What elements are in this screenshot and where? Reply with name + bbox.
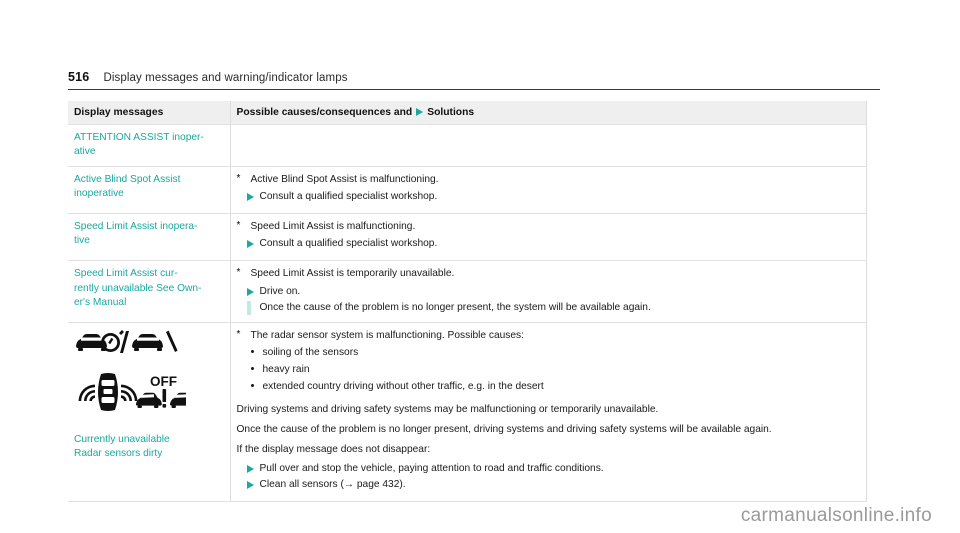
car-speedometer-slash-car-icon xyxy=(74,329,224,360)
column-header-causes-solutions: Possible causes/consequences and Solutio… xyxy=(230,101,867,125)
message-line: er's Manual xyxy=(74,296,127,308)
info-paragraph: If the display message does not disappea… xyxy=(236,444,431,456)
cause-text: Speed Limit Assist is temporarily unavai… xyxy=(250,268,455,280)
solution-item: Drive on. xyxy=(246,285,860,299)
display-message-cell: Active Blind Spot Assist inoperative xyxy=(68,166,231,214)
list-item: heavy rain xyxy=(250,363,860,377)
page-title: Display messages and warning/indicator l… xyxy=(103,72,348,84)
cause-text: Speed Limit Assist is malfunctioning. xyxy=(250,221,416,233)
display-message-cell: ATTENTION ASSIST inoper- ative xyxy=(68,123,231,167)
list-item-text: heavy rain xyxy=(262,363,310,375)
table-row: Speed Limit Assist inopera- tive * Speed… xyxy=(68,213,867,261)
solution-triangle-icon xyxy=(246,478,260,490)
bullet-icon xyxy=(250,380,263,387)
solution-text: Pull over and stop the vehicle, paying a… xyxy=(259,463,604,475)
solution-triangle-icon xyxy=(416,107,424,116)
column-header-display-messages: Display messages xyxy=(68,101,231,125)
display-message-cell: OFF Currently unavailable Radar sensors … xyxy=(68,321,231,503)
svg-text:OFF: OFF xyxy=(150,374,177,389)
cause-item: * The radar sensor system is malfunction… xyxy=(237,329,860,343)
cause-text: The radar sensor system is malfunctionin… xyxy=(250,329,525,341)
display-message-cell: Speed Limit Assist inopera- tive xyxy=(68,213,231,261)
cause-item: * Speed Limit Assist is temporarily unav… xyxy=(237,267,860,281)
cause-item: * Speed Limit Assist is malfunctioning. xyxy=(237,220,860,234)
column-header-causes-text: Possible causes/consequences and xyxy=(236,107,413,118)
display-messages-table: Display messages Possible causes/consequ… xyxy=(68,101,867,503)
info-paragraph: Once the cause of the problem is no long… xyxy=(236,424,772,436)
cause-item: * Active Blind Spot Assist is malfunctio… xyxy=(237,173,860,187)
causes-solutions-cell: * The radar sensor system is malfunction… xyxy=(230,321,867,503)
causes-solutions-cell: * Speed Limit Assist is malfunctioning. … xyxy=(230,213,867,261)
asterisk-icon: * xyxy=(236,328,241,340)
asterisk-icon: * xyxy=(236,267,241,279)
solution-text: Drive on. xyxy=(259,285,301,297)
table-row: ATTENTION ASSIST inoper- ative xyxy=(68,123,867,167)
message-line: ATTENTION ASSIST inoper- xyxy=(74,132,204,143)
info-paragraph: Driving systems and driving safety syste… xyxy=(236,404,659,416)
solution-item: Consult a qualified specialist workshop. xyxy=(246,190,860,204)
page-header: 516 Display messages and warning/indicat… xyxy=(68,70,880,90)
causes-solutions-cell: * Active Blind Spot Assist is malfunctio… xyxy=(230,166,867,214)
list-item-text: soiling of the sensors xyxy=(262,346,359,358)
solution-text: Consult a qualified specialist workshop. xyxy=(259,238,438,250)
page-number: 516 xyxy=(68,70,90,84)
solution-text: Clean all sensors (→ page 432). xyxy=(259,479,406,491)
message-line: Speed Limit Assist inopera- xyxy=(74,221,198,233)
message-line: Active Blind Spot Assist xyxy=(74,174,181,186)
message-line: inoperative xyxy=(74,188,124,200)
list-item: extended country driving without other t… xyxy=(250,380,860,394)
table-row: Speed Limit Assist cur- rently unavailab… xyxy=(68,260,867,323)
message-line: ative xyxy=(74,146,96,158)
site-watermark: carmanualsonline.info xyxy=(740,505,932,526)
icon-caption: Currently unavailable Radar sensors dirt… xyxy=(74,433,224,462)
list-item: soiling of the sensors xyxy=(250,346,860,360)
solution-item: Clean all sensors (→ page 432). xyxy=(246,478,860,492)
list-item-text: extended country driving without other t… xyxy=(262,380,544,392)
solution-triangle-icon xyxy=(246,285,260,296)
solution-text: Consult a qualified specialist workshop. xyxy=(259,191,438,203)
column-header-solutions-text: Solutions xyxy=(427,107,475,118)
solution-triangle-icon xyxy=(246,237,260,249)
message-line: tive xyxy=(74,235,90,247)
causes-solutions-cell xyxy=(230,123,867,167)
solution-item: Consult a qualified specialist workshop. xyxy=(246,237,860,251)
cause-text: Active Blind Spot Assist is malfunctioni… xyxy=(250,174,439,186)
display-message-cell: Speed Limit Assist cur- rently unavailab… xyxy=(68,260,231,323)
bullet-icon xyxy=(250,346,263,353)
table-row: OFF Currently unavailable Radar sensors … xyxy=(68,321,867,503)
table-header-row: Display messages Possible causes/consequ… xyxy=(68,101,867,125)
asterisk-icon: * xyxy=(236,173,241,185)
asterisk-icon: * xyxy=(236,220,241,232)
solution-triangle-icon xyxy=(246,462,260,474)
caption-line: Radar sensors dirty xyxy=(74,448,163,460)
message-line: rently unavailable See Own- xyxy=(74,282,202,294)
bullet-icon xyxy=(250,363,263,370)
table-row: Active Blind Spot Assist inoperative * A… xyxy=(68,166,867,214)
causes-solutions-cell: * Speed Limit Assist is temporarily unav… xyxy=(230,260,867,323)
solution-continuation-text: Once the cause of the problem is no long… xyxy=(246,300,860,315)
message-line: Speed Limit Assist cur- xyxy=(74,268,178,280)
solution-triangle-icon xyxy=(246,190,260,202)
radar-car-off-warning-icon: OFF xyxy=(74,370,224,419)
caption-line: Currently unavailable xyxy=(74,433,170,445)
solution-item: Pull over and stop the vehicle, paying a… xyxy=(246,462,860,476)
